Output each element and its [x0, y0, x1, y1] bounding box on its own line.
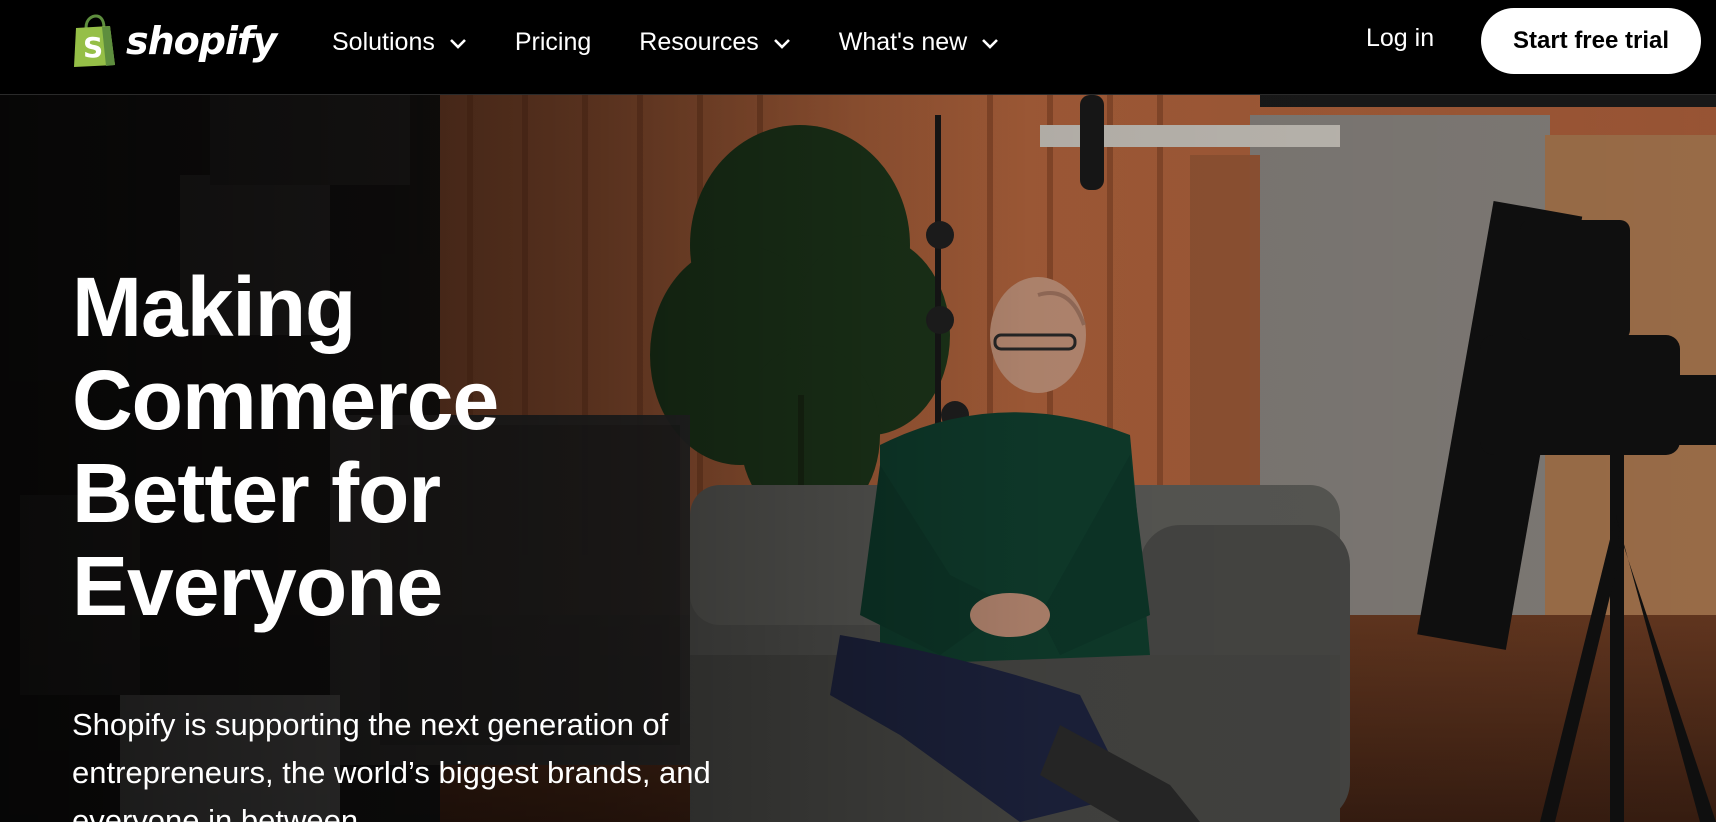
nav-item-whats-new[interactable]: What's new [839, 28, 999, 57]
chevron-down-icon [449, 28, 467, 57]
chevron-down-icon [981, 28, 999, 57]
nav-item-pricing[interactable]: Pricing [515, 28, 591, 57]
nav-item-label: Solutions [332, 27, 435, 56]
start-free-trial-button[interactable]: Start free trial [1481, 8, 1701, 74]
hero-subtext: Shopify is supporting the next generatio… [72, 707, 711, 822]
hero-headline: Making Commerce Better for Everyone [72, 260, 499, 633]
chevron-down-icon [773, 28, 791, 57]
main-nav: Solutions Pricing Resources What's new [332, 24, 1047, 60]
nav-item-label: What's new [838, 27, 968, 56]
nav-item-solutions[interactable]: Solutions [332, 28, 467, 57]
svg-text:S: S [83, 31, 103, 64]
brand-wordmark: shopify [126, 19, 277, 63]
shopping-bag-icon: S [72, 14, 118, 68]
login-link[interactable]: Log in [1366, 24, 1434, 53]
nav-item-resources[interactable]: Resources [639, 28, 791, 57]
nav-item-label: Resources [639, 27, 759, 56]
hero-section: Making Commerce Better for Everyone Shop… [0, 95, 1716, 822]
top-navigation-bar: S shopify Solutions Pricing Resources Wh… [0, 0, 1716, 95]
nav-item-label: Pricing [514, 27, 592, 56]
shopify-logo[interactable]: S shopify [72, 12, 277, 70]
